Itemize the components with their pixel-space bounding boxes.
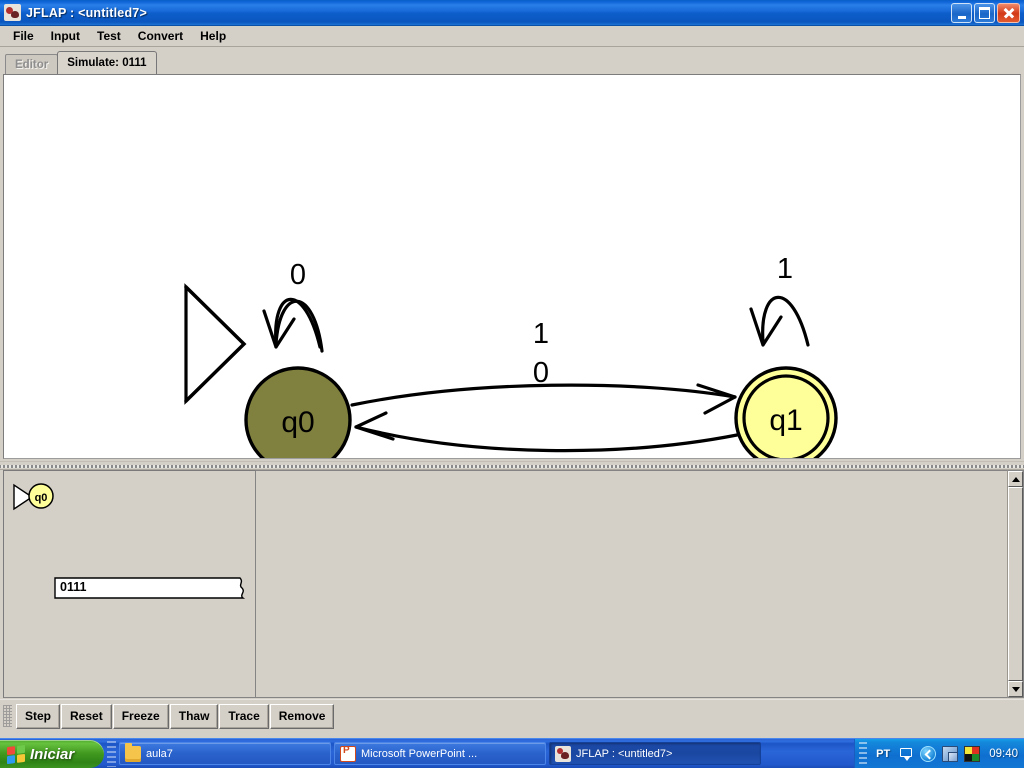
transition-q0-q0 <box>262 297 324 353</box>
taskbar-item-label: JFLAP : <untitled7> <box>576 747 673 760</box>
folder-icon <box>125 743 141 762</box>
mini-state-label: q0 <box>35 492 48 504</box>
menu-convert[interactable]: Convert <box>130 27 191 45</box>
scrollbar-track[interactable] <box>1008 487 1023 681</box>
taskbar-item-label: Microsoft PowerPoint ... <box>361 747 478 760</box>
keyboard-icon[interactable] <box>898 746 914 762</box>
vertical-scrollbar[interactable] <box>1007 470 1024 698</box>
tape-value: 0111 <box>60 580 87 594</box>
remove-button[interactable]: Remove <box>269 703 335 729</box>
jflap-icon <box>4 4 21 21</box>
taskbar-item-label: aula7 <box>146 747 173 760</box>
thaw-button[interactable]: Thaw <box>169 703 219 729</box>
powerpoint-icon <box>340 745 356 762</box>
transition-label-q0-q0: 0 <box>290 259 306 291</box>
tab-bar: Editor Simulate: 0111 <box>0 47 1024 74</box>
scrollbar-thumb[interactable] <box>1008 487 1023 681</box>
tab-editor[interactable]: Editor <box>5 54 59 74</box>
taskbar: Iniciar aula7 Microsoft PowerPoint ... J… <box>0 738 1024 768</box>
chevron-down-icon <box>1011 686 1020 692</box>
transition-label-top-0: 0 <box>533 357 549 389</box>
taskbar-item-powerpoint[interactable]: Microsoft PowerPoint ... <box>334 742 546 765</box>
taskbar-item-jflap[interactable]: JFLAP : <untitled7> <box>549 742 761 765</box>
jflap-icon <box>555 745 571 762</box>
minimize-button[interactable] <box>951 2 972 23</box>
mini-config-svg: q0 <box>13 483 54 511</box>
transition-label-top-1: 1 <box>533 318 549 350</box>
step-button[interactable]: Step <box>16 703 61 729</box>
menu-input[interactable]: Input <box>43 27 88 45</box>
system-tray: PT 09:40 <box>854 738 1024 768</box>
freeze-button[interactable]: Freeze <box>112 703 169 729</box>
chevron-up-icon <box>1011 476 1020 482</box>
desktop: JFLAP : <untitled7> File Input Test Conv… <box>0 0 1024 768</box>
clock[interactable]: 09:40 <box>989 748 1018 760</box>
tab-simulate[interactable]: Simulate: 0111 <box>57 51 157 74</box>
window-titlebar: JFLAP : <untitled7> <box>0 0 1024 26</box>
language-indicator[interactable]: PT <box>876 748 890 760</box>
automaton-svg: q0 q1 0 1 1 0 1 <box>184 253 838 458</box>
taskbar-separator <box>107 740 116 767</box>
transition-q0-q1-top <box>350 383 737 415</box>
scroll-down-button[interactable] <box>1008 681 1023 697</box>
automaton-canvas[interactable]: q0 q1 0 1 1 0 1 <box>3 74 1021 459</box>
quad-color-icon[interactable] <box>964 745 981 762</box>
simulation-toolbar: Step Reset Freeze Thaw Trace Remove <box>0 699 1024 732</box>
start-button-label: Iniciar <box>30 745 75 763</box>
reset-button[interactable]: Reset <box>61 703 112 729</box>
toolbar-grip[interactable] <box>3 705 12 727</box>
taskbar-item-aula7[interactable]: aula7 <box>119 742 331 765</box>
network-icon[interactable] <box>942 745 959 762</box>
window-controls <box>951 2 1024 23</box>
simulation-panel: q0 0111 <box>0 470 1024 698</box>
initial-arrow-q0 <box>184 283 247 405</box>
windows-flag-icon <box>7 744 25 764</box>
current-configuration[interactable]: q0 <box>10 479 70 513</box>
input-tape[interactable]: 0111 <box>54 577 254 599</box>
configuration-pane[interactable]: q0 0111 <box>3 470 256 698</box>
transition-q1-q1 <box>749 295 810 347</box>
tray-grip <box>859 741 868 766</box>
menu-test[interactable]: Test <box>89 27 129 45</box>
state-label-q1: q1 <box>769 404 802 437</box>
scroll-up-button[interactable] <box>1008 471 1023 487</box>
menu-bar: File Input Test Convert Help <box>0 26 1024 47</box>
restore-button[interactable] <box>974 2 995 23</box>
menu-file[interactable]: File <box>5 27 42 45</box>
start-button[interactable]: Iniciar <box>0 740 104 768</box>
transition-label-bottom-1: 1 <box>533 453 549 458</box>
state-label-q0: q0 <box>281 406 314 439</box>
transition-q1-q0-bottom <box>354 411 739 453</box>
window-title: JFLAP : <untitled7> <box>26 5 147 20</box>
menu-help[interactable]: Help <box>192 27 234 45</box>
trace-pane[interactable] <box>256 470 1024 698</box>
transition-label-q1-q1: 1 <box>777 253 793 285</box>
split-pane-divider[interactable] <box>0 461 1024 470</box>
close-button[interactable] <box>997 2 1020 23</box>
trace-button[interactable]: Trace <box>219 703 269 729</box>
chevron-left-icon[interactable] <box>920 745 937 762</box>
